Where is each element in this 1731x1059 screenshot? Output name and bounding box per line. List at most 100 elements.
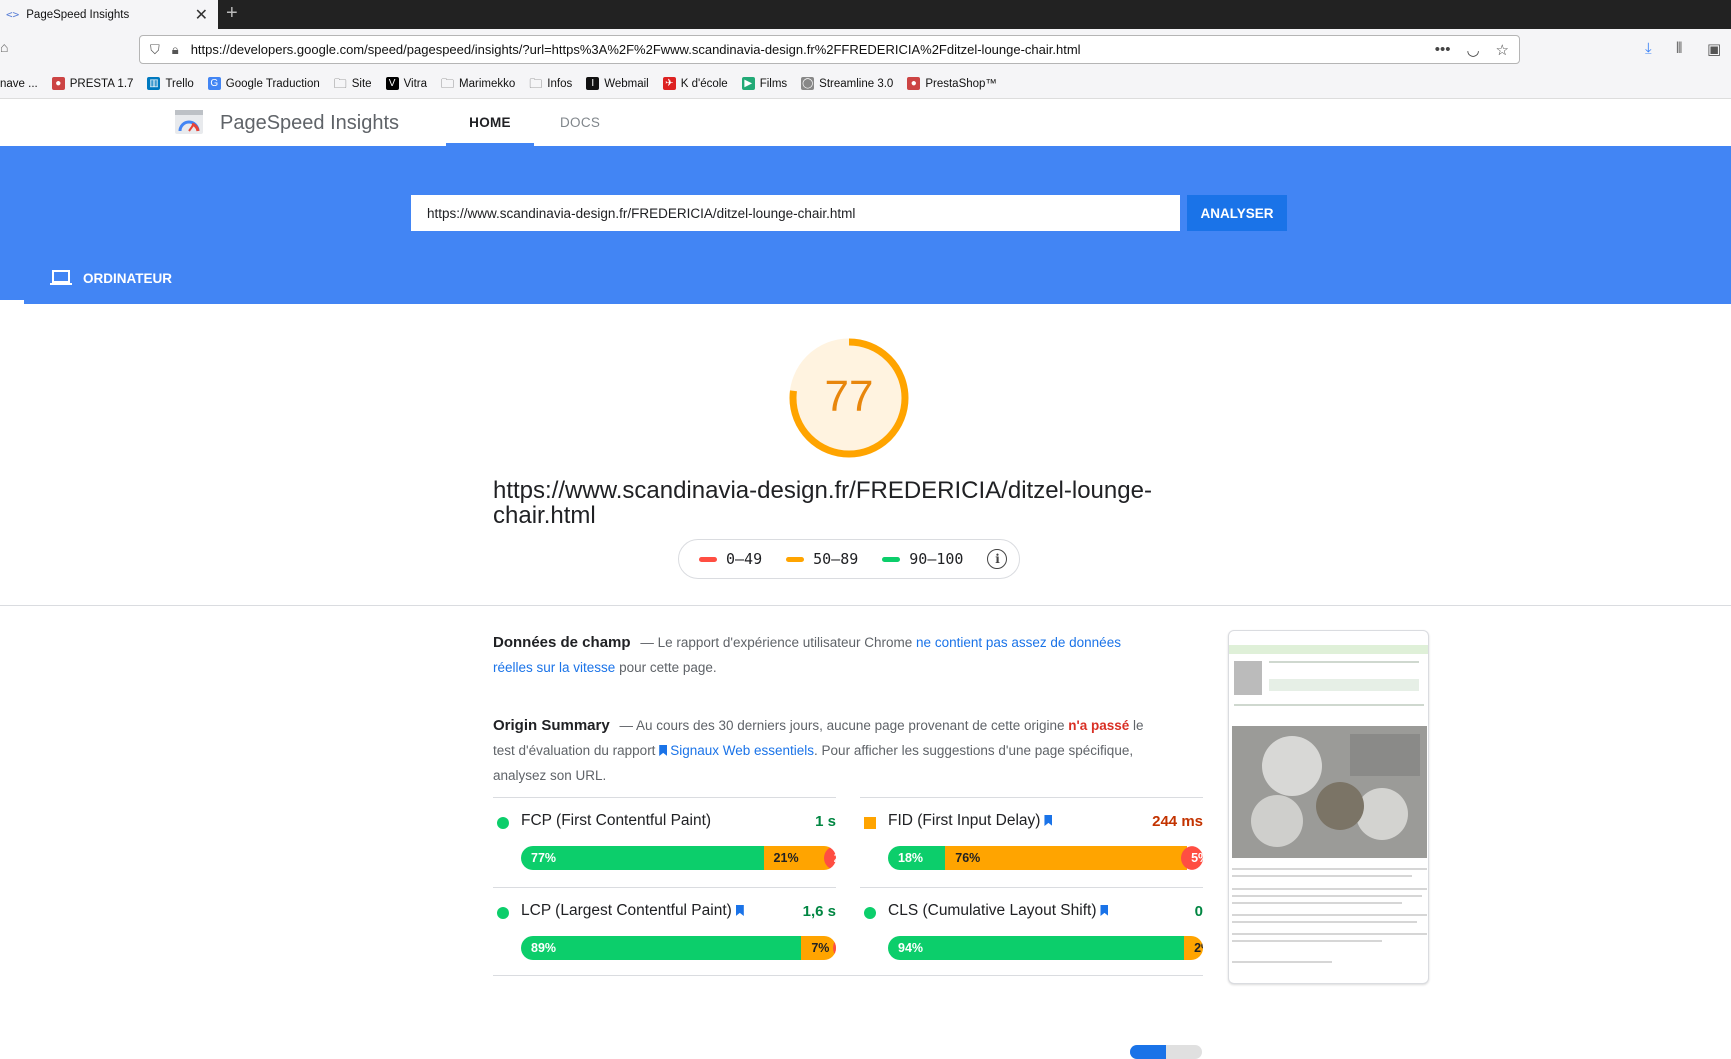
tab-home[interactable]: HOME xyxy=(446,115,534,146)
screenshot-topbar xyxy=(1229,645,1428,654)
pocket-icon[interactable]: ◡ xyxy=(1466,41,1479,59)
good-status-icon xyxy=(864,907,876,919)
bookmark-item[interactable]: ● PRESTA 1.7 xyxy=(51,77,134,90)
screenshot-logo xyxy=(1234,661,1262,695)
legend-average-label: 50–89 xyxy=(813,550,859,568)
bookmark-item[interactable]: I Webmail xyxy=(586,77,649,90)
browser-tab[interactable]: <> PageSpeed Insights ✕ xyxy=(0,0,218,29)
info-icon[interactable]: i xyxy=(987,549,1008,569)
bookmark-label: PRESTA 1.7 xyxy=(69,77,134,90)
average-segment: 21% xyxy=(763,846,830,870)
bookmark-item[interactable]: ◯ Streamline 3.0 xyxy=(801,77,893,90)
sidebar-icon[interactable]: ▣ xyxy=(1707,40,1721,58)
good-segment: 94% xyxy=(888,936,1185,960)
good-segment: 89% xyxy=(521,936,802,960)
bookmark-item[interactable]: ▥ Trello xyxy=(147,77,194,90)
screenshot-text xyxy=(1232,914,1427,916)
screenshot-text xyxy=(1232,961,1332,963)
webmail-icon: I xyxy=(586,77,600,90)
good-dash-icon xyxy=(882,556,901,562)
bookmark-label: Site xyxy=(351,77,372,90)
bookmark-label: Webmail xyxy=(604,77,649,90)
bookmark-item[interactable]: 🗀 Infos xyxy=(529,77,572,90)
new-tab-icon[interactable]: + xyxy=(226,2,238,25)
bookmark-item[interactable]: V Vitra xyxy=(385,77,428,90)
bookmark-icon xyxy=(1044,815,1053,826)
good-segment: 18% xyxy=(888,846,946,870)
folder-icon: 🗀 xyxy=(529,76,543,91)
screenshot-nav xyxy=(1234,704,1424,706)
screenshot-text xyxy=(1232,895,1422,897)
lock-icon[interactable]: 🔒︎ xyxy=(172,42,179,58)
bookmark-label: Marimekko xyxy=(459,77,516,90)
download-icon[interactable]: ⤓ xyxy=(1645,40,1652,57)
psi-header: PageSpeed Insights HOME DOCS xyxy=(0,99,1731,146)
bookmark-item[interactable]: ✈ K d'école xyxy=(662,77,728,90)
bookmark-item[interactable]: 🗀 Marimekko xyxy=(441,77,515,90)
metric-name-label: CLS (Cumulative Layout Shift) xyxy=(888,902,1097,919)
analyze-button[interactable]: ANALYSER xyxy=(1187,195,1287,231)
cwv-link[interactable]: Signaux Web essentiels xyxy=(659,743,814,758)
average-segment: 76% xyxy=(945,846,1188,870)
divider xyxy=(0,605,1731,606)
bookmark-label: PrestaShop™ xyxy=(925,77,997,90)
screenshot-text xyxy=(1232,875,1412,877)
tab-docs[interactable]: DOCS xyxy=(560,115,600,130)
poor-segment: 4% xyxy=(833,936,836,960)
vitra-icon: V xyxy=(385,77,399,90)
shield-icon[interactable]: ⛉ xyxy=(150,42,160,58)
metric-card: FID (First Input Delay) 244 ms 18%76%5% xyxy=(860,797,1203,887)
distribution-bar: 77%21%2% xyxy=(521,846,836,870)
address-input[interactable]: https://developers.google.com/speed/page… xyxy=(191,42,1419,57)
metric-name: FID (First Input Delay) xyxy=(888,812,1055,830)
tab-desktop-label: ORDINATEUR xyxy=(83,270,172,286)
bookmark-item[interactable]: nave ... xyxy=(0,77,38,90)
average-segment: 2% xyxy=(1184,936,1203,960)
star-icon[interactable]: ☆ xyxy=(1496,41,1509,59)
navigation-toolbar: ⌂ ⛉ 🔒︎ https://developers.google.com/spe… xyxy=(0,29,1731,69)
bookmark-label: Google Traduction xyxy=(225,77,320,90)
home-icon[interactable]: ⌂ xyxy=(0,39,8,55)
bird-icon: ✈ xyxy=(662,77,676,90)
bookmark-item[interactable]: ● PrestaShop™ xyxy=(907,77,997,90)
more-icon[interactable]: ••• xyxy=(1435,41,1451,58)
field-data-title: Données de champ xyxy=(493,634,631,651)
average-segment: 7% xyxy=(801,936,836,960)
score-legend: 0–49 50–89 90–100 i xyxy=(678,539,1020,579)
bookmark-item[interactable]: 🗀 Site xyxy=(334,77,372,90)
legend-good: 90–100 xyxy=(882,550,963,568)
bookmark-label: Trello xyxy=(165,77,194,90)
library-icon[interactable]: ⫴ xyxy=(1676,40,1682,57)
field-data-text-after: pour cette page. xyxy=(619,660,717,675)
app-title: PageSpeed Insights xyxy=(220,112,400,134)
bookmark-label: Vitra xyxy=(403,77,428,90)
distribution-bar: 94%2%4% xyxy=(888,936,1203,960)
close-icon[interactable]: ✕ xyxy=(195,5,208,25)
bookmark-icon xyxy=(1100,905,1109,916)
field-data-section: Données de champ — Le rapport d'expérien… xyxy=(493,630,1148,680)
tab-desktop[interactable]: ORDINATEUR xyxy=(50,270,172,286)
screenshot-text xyxy=(1232,888,1427,890)
bookmarks-bar: nave ... ● PRESTA 1.7 ▥ Trello G Google Traduc… xyxy=(0,69,1731,99)
laptop-icon xyxy=(50,270,72,285)
metric-name-label: LCP (Largest Contentful Paint) xyxy=(521,902,732,919)
poor-dash-icon xyxy=(699,556,717,562)
search-panel: ANALYSER ORDINATEUR xyxy=(0,146,1731,304)
metric-card: FCP (First Contentful Paint) 1 s 77%21%2% xyxy=(493,797,836,887)
bookmark-item[interactable]: G Google Traduction xyxy=(207,77,320,90)
address-bar[interactable]: ⛉ 🔒︎ https://developers.google.com/speed… xyxy=(139,35,1520,64)
screenshot-text xyxy=(1232,902,1402,904)
bookmark-item[interactable]: ▶ Films xyxy=(741,77,787,90)
toggle-switch[interactable] xyxy=(1130,1045,1202,1059)
prestashop-icon: ● xyxy=(907,77,921,90)
legend-good-label: 90–100 xyxy=(909,550,964,568)
poor-segment: 5% xyxy=(1181,846,1203,870)
screenshot-line xyxy=(1269,661,1419,663)
bookmark-icon xyxy=(735,905,744,916)
url-input[interactable] xyxy=(411,195,1180,231)
metrics-bottom-divider xyxy=(493,975,1203,976)
whatsapp-icon: ◯ xyxy=(801,77,815,90)
legend-poor: 0–49 xyxy=(699,550,762,568)
page-screenshot xyxy=(1228,630,1429,984)
screenshot-text xyxy=(1232,940,1382,942)
